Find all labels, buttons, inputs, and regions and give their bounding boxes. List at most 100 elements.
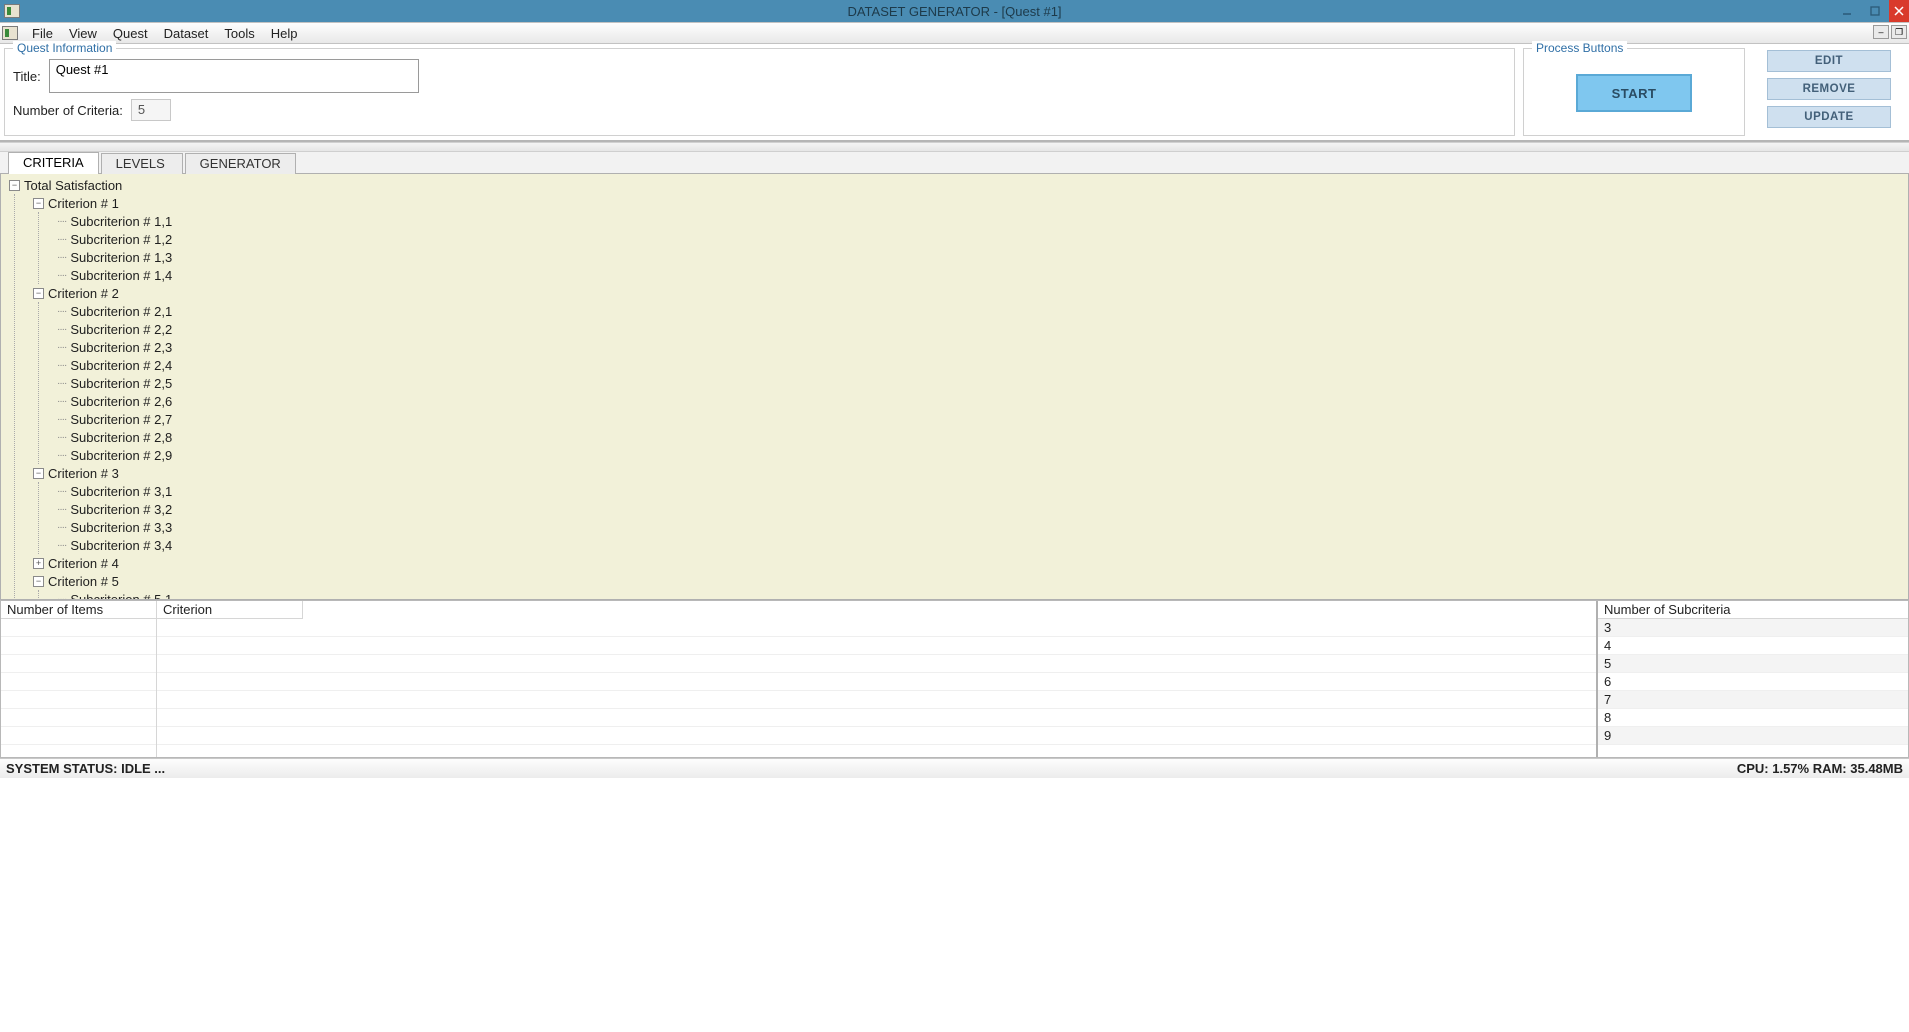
table-row[interactable]: [157, 673, 1596, 691]
tree-subcriterion[interactable]: ····Subcriterion # 3,2: [57, 500, 1904, 518]
table-row[interactable]: 8: [1598, 709, 1908, 727]
tree-subcriterion[interactable]: ···· Subcriterion # 2,4: [57, 356, 1904, 374]
mdi-icon: [2, 26, 18, 40]
column-header-subcriteria[interactable]: Number of Subcriteria: [1598, 601, 1908, 619]
tree-subcriterion[interactable]: ····Subcriterion # 2,8: [57, 428, 1904, 446]
table-row[interactable]: [1, 619, 156, 637]
tree-subcriterion[interactable]: ····Subcriterion # 3,4: [57, 536, 1904, 554]
table-row[interactable]: [1, 637, 156, 655]
tree-subcriterion-label: Subcriterion # 2,5: [70, 376, 172, 391]
process-buttons-group: Process Buttons START: [1523, 48, 1745, 136]
tree-subcriterion-label: Subcriterion # 2,6: [70, 394, 172, 409]
collapse-icon[interactable]: −: [33, 198, 44, 209]
remove-button[interactable]: REMOVE: [1767, 78, 1891, 100]
table-row[interactable]: 7: [1598, 691, 1908, 709]
collapse-icon[interactable]: −: [33, 468, 44, 479]
tree-subcriterion[interactable]: ····Subcriterion # 2,2: [57, 320, 1904, 338]
update-button[interactable]: UPDATE: [1767, 106, 1891, 128]
table-row[interactable]: 5: [1598, 655, 1908, 673]
table-row[interactable]: 6: [1598, 673, 1908, 691]
tree-subcriterion-label: Subcriterion # 5,1: [70, 592, 172, 601]
tree-root[interactable]: −Total Satisfaction: [9, 176, 1904, 194]
tree-subcriterion-label: Subcriterion # 3,2: [70, 502, 172, 517]
table-row[interactable]: [1, 727, 156, 745]
column-header-items[interactable]: Number of Items: [1, 601, 156, 619]
tree-subcriterion[interactable]: ····Subcriterion # 2,7: [57, 410, 1904, 428]
tree-criterion[interactable]: −Criterion # 5: [33, 572, 1904, 590]
tree-criterion[interactable]: −Criterion # 2: [33, 284, 1904, 302]
table-row[interactable]: 3: [1598, 619, 1908, 637]
table-row[interactable]: 4: [1598, 637, 1908, 655]
tree-criterion[interactable]: +Criterion # 4: [33, 554, 1904, 572]
title-input[interactable]: Quest #1: [49, 59, 419, 93]
table-row[interactable]: [157, 691, 1596, 709]
criteria-tree: −Total Satisfaction−Criterion # 1····Sub…: [1, 174, 1908, 600]
tree-criterion[interactable]: −Criterion # 1: [33, 194, 1904, 212]
collapse-icon[interactable]: −: [33, 576, 44, 587]
mdi-restore-button[interactable]: ❐: [1891, 25, 1907, 39]
expand-icon[interactable]: +: [33, 558, 44, 569]
tree-subcriterion[interactable]: ····Subcriterion # 1,2: [57, 230, 1904, 248]
column-subcriteria-rows: 3 4 5 6 7 8 9: [1598, 619, 1908, 745]
menu-dataset[interactable]: Dataset: [156, 24, 217, 43]
table-row[interactable]: [157, 655, 1596, 673]
maximize-button[interactable]: [1861, 0, 1889, 22]
tree-subcriterion-label: Subcriterion # 1,1: [70, 214, 172, 229]
tree-connector-icon: ····: [57, 396, 66, 407]
tab-generator[interactable]: GENERATOR: [185, 153, 296, 174]
table-row[interactable]: [157, 619, 1596, 637]
table-row[interactable]: [1, 709, 156, 727]
tree-subcriterion[interactable]: ····Subcriterion # 1,3: [57, 248, 1904, 266]
edit-button[interactable]: EDIT: [1767, 50, 1891, 72]
menu-quest[interactable]: Quest: [105, 24, 156, 43]
titlebar: DATASET GENERATOR - [Quest #1]: [0, 0, 1909, 22]
table-row[interactable]: [1, 655, 156, 673]
tree-subcriterion[interactable]: ····Subcriterion # 1,4: [57, 266, 1904, 284]
menu-view[interactable]: View: [61, 24, 105, 43]
tree-subcriterion[interactable]: ····Subcriterion # 3,1: [57, 482, 1904, 500]
collapse-icon[interactable]: −: [9, 180, 20, 191]
status-right: CPU: 1.57% RAM: 35.48MB: [1737, 761, 1903, 776]
tree-connector-icon: ····: [57, 450, 66, 461]
column-criterion-rows: [157, 619, 1596, 745]
side-buttons: EDIT REMOVE UPDATE: [1749, 44, 1909, 140]
tree-connector-icon: ····: [57, 360, 66, 371]
table-row[interactable]: [1, 691, 156, 709]
tree-criterion-label: Criterion # 3: [48, 466, 119, 481]
table-row[interactable]: 9: [1598, 727, 1908, 745]
table-row[interactable]: [1, 673, 156, 691]
tab-criteria[interactable]: CRITERIA: [8, 152, 99, 173]
menu-help[interactable]: Help: [263, 24, 306, 43]
tree-subcriterion-label: Subcriterion # 1,4: [70, 268, 172, 283]
tree-root-label: Total Satisfaction: [24, 178, 122, 193]
tree-criterion[interactable]: −Criterion # 3: [33, 464, 1904, 482]
tree-subcriterion[interactable]: ····Subcriterion # 2,9: [57, 446, 1904, 464]
window-controls: [1833, 0, 1909, 22]
tree-subcriterion[interactable]: ···· Subcriterion # 2,6: [57, 392, 1904, 410]
collapse-icon[interactable]: −: [33, 288, 44, 299]
tree-subcriterion[interactable]: ····Subcriterion # 1,1: [57, 212, 1904, 230]
menu-tools[interactable]: Tools: [216, 24, 262, 43]
menu-file[interactable]: File: [24, 24, 61, 43]
tree-subcriterion-label: Subcriterion # 2,4: [70, 358, 172, 373]
criteria-tree-area[interactable]: −Total Satisfaction−Criterion # 1····Sub…: [0, 174, 1909, 600]
tree-criterion-label: Criterion # 1: [48, 196, 119, 211]
start-button[interactable]: START: [1576, 74, 1692, 112]
tree-subcriterion[interactable]: ····Subcriterion # 2,5: [57, 374, 1904, 392]
table-row[interactable]: [157, 709, 1596, 727]
tree-subcriterion[interactable]: ····Subcriterion # 2,3: [57, 338, 1904, 356]
tab-levels[interactable]: LEVELS: [101, 153, 183, 174]
minimize-button[interactable]: [1833, 0, 1861, 22]
tree-subcriterion[interactable]: ····Subcriterion # 3,3: [57, 518, 1904, 536]
column-header-criterion[interactable]: Criterion: [157, 601, 303, 619]
tree-subcriterion[interactable]: ····Subcriterion # 5,1: [57, 590, 1904, 600]
title-input-value: Quest #1: [56, 62, 109, 77]
tree-subcriterion-label: Subcriterion # 1,3: [70, 250, 172, 265]
table-row[interactable]: [157, 727, 1596, 745]
tree-subcriterion[interactable]: ····Subcriterion # 2,1: [57, 302, 1904, 320]
mdi-minimize-button[interactable]: –: [1873, 25, 1889, 39]
close-button[interactable]: [1889, 0, 1909, 22]
table-row[interactable]: [157, 637, 1596, 655]
tree-criterion-label: Criterion # 5: [48, 574, 119, 589]
num-criteria-input[interactable]: 5: [131, 99, 171, 121]
